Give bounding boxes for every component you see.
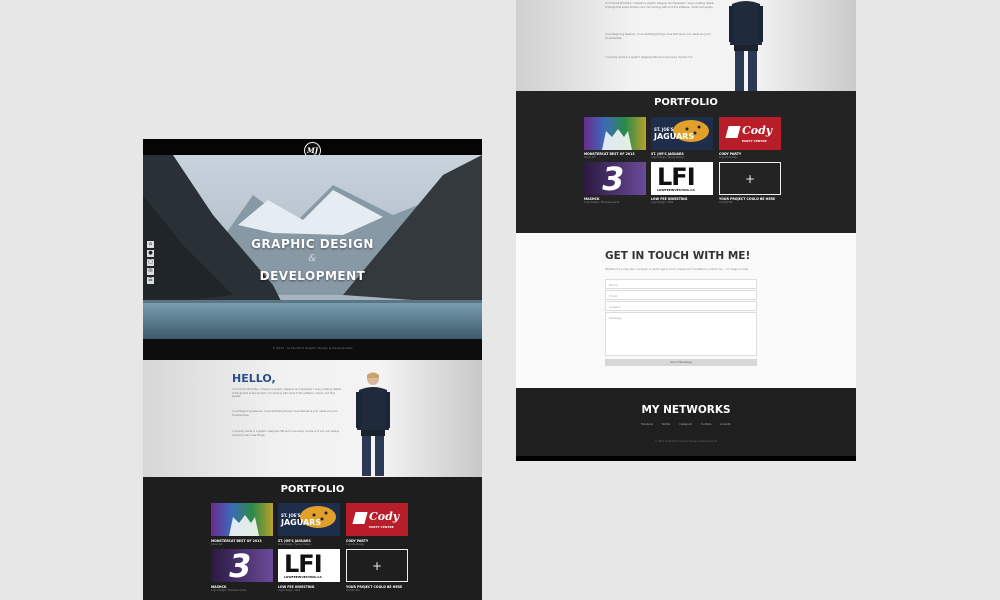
portfolio-item-sub: Logo Re-Design: [719, 156, 738, 159]
cody-logo-sub: PARTY CENTRE: [369, 525, 394, 529]
portfolio-tile-cody[interactable]: Cody PARTY CENTRE: [719, 117, 781, 150]
portfolio-tile-monstercat[interactable]: [584, 117, 646, 150]
home-icon[interactable]: ⌂: [147, 241, 154, 248]
portfolio-item-sub: Logo Design / Business Cards: [211, 589, 247, 592]
add-project-tile[interactable]: +: [719, 162, 781, 195]
jaguars-line2: JAGUARS: [281, 518, 322, 527]
logo-text: MJ: [306, 146, 319, 155]
portfolio-section: PORTFOLIO MONSTERCAT BEST OF 2013 Cover …: [143, 477, 482, 600]
portrait-photo: [356, 372, 390, 476]
contact-icon[interactable]: ✉: [147, 268, 154, 275]
portfolio-item-sub: Logo Design / Business Cards: [584, 201, 620, 204]
cody-logo-text: Cody: [742, 124, 773, 137]
hello-section: I'm Dominik McCarthy, a freelance graphi…: [516, 0, 856, 91]
cody-logo-text: Cody: [369, 510, 400, 523]
networks-section: MY NETWORKS Facebook Twitter Instagram Y…: [516, 388, 856, 461]
mockup-scrolled-page: I'm Dominik McCarthy, a freelance graphi…: [516, 0, 856, 461]
hero-title-line2: DEVELOPMENT: [259, 269, 366, 283]
portfolio-tile-lfi[interactable]: LFI LOWFEEINVESTING.CA: [651, 162, 713, 195]
portfolio-item-sub: Logo Design / Jersey Design: [278, 543, 312, 546]
monstercat-artwork: [229, 515, 259, 536]
cody-logo-mark: [352, 512, 368, 524]
portfolio-item-sub: Cover Art: [584, 156, 596, 159]
bottom-bar: [516, 456, 856, 461]
hello-heading: HELLO,: [232, 372, 276, 385]
portfolio-tile-jaguars[interactable]: ST. JOE'S JAGUARS: [278, 503, 340, 536]
plus-icon: +: [371, 558, 383, 573]
send-message-button[interactable]: Send Message: [605, 359, 757, 366]
plus-icon: +: [744, 171, 756, 186]
contact-heading: GET IN TOUCH WITH ME!: [605, 250, 751, 262]
network-link-facebook[interactable]: Facebook: [641, 423, 653, 426]
portfolio-tile-cody[interactable]: Cody PARTY CENTRE: [346, 503, 408, 536]
hero-footer-bar: © 2013 · La Montfort Graphic Design & De…: [143, 339, 482, 360]
side-nav: ⌂ ● ▢ ✉ ☰: [147, 241, 154, 286]
lfi-logo: LFI: [284, 550, 323, 578]
portfolio-tile-mashck[interactable]: 3: [584, 162, 646, 195]
mashck-logo: 3: [225, 549, 255, 582]
portfolio-item-sub: Logo Design / Web: [278, 589, 301, 592]
network-links: Facebook Twitter Instagram YouTube Linke…: [641, 423, 731, 426]
hello-paragraph: I'm Dominik McCarthy, a freelance graphi…: [605, 2, 714, 9]
hero-ampersand: &: [308, 254, 317, 264]
portfolio-item-sub: Logo Re-Design: [346, 543, 365, 546]
portfolio-tile-lfi[interactable]: LFI LOWFEEINVESTING.CA: [278, 549, 340, 582]
network-icon[interactable]: ☰: [147, 277, 154, 284]
lfi-logo-sub: LOWFEEINVESTING.CA: [657, 188, 695, 192]
portfolio-tile-jaguars[interactable]: ST. JOE'S JAGUARS: [651, 117, 713, 150]
portrait-photo: [729, 1, 763, 91]
email-field[interactable]: Email: [605, 290, 757, 300]
portfolio-item-sub: Logo Design / Web: [651, 201, 674, 204]
contact-paragraph: Whether it's a new idea, a project, or j…: [605, 268, 749, 271]
portfolio-item-sub: Contact Me: [346, 589, 360, 592]
portfolio-item-sub: Cover Art: [211, 543, 223, 546]
subject-field[interactable]: Subject: [605, 301, 757, 311]
network-link-instagram[interactable]: Instagram: [679, 423, 692, 426]
jaguars-line2: JAGUARS: [654, 132, 695, 141]
mashck-logo: 3: [598, 162, 628, 195]
hero-title-line1: GRAPHIC DESIGN: [251, 237, 374, 251]
portfolio-title: PORTFOLIO: [280, 484, 345, 495]
portfolio-item-sub: Logo Design / Jersey Design: [651, 156, 685, 159]
add-project-tile[interactable]: +: [346, 549, 408, 582]
hello-paragraph: I currently reside in a graphic designer…: [232, 430, 340, 437]
network-link-twitter[interactable]: Twitter: [662, 423, 671, 426]
networks-footer-text: © 2013 La Montfort Graphic Design & Deve…: [654, 440, 718, 443]
mockup-home-page: MJ GRAPHIC DESIGN & DEVELOPMENT ⌂ ● ▢ ✉ …: [143, 139, 482, 600]
cody-logo-sub: PARTY CENTRE: [742, 139, 767, 143]
name-field[interactable]: Name: [605, 279, 757, 289]
message-field[interactable]: Message: [605, 312, 757, 356]
hello-paragraph: I currently reside in a graphic designer…: [605, 56, 693, 59]
contact-section: GET IN TOUCH WITH ME! Whether it's a new…: [516, 233, 856, 388]
lfi-logo-sub: LOWFEEINVESTING.CA: [284, 575, 322, 579]
network-link-youtube[interactable]: YouTube: [701, 423, 712, 426]
hello-section: HELLO, I'm Dominik McCarthy, a freelance…: [143, 360, 482, 477]
portfolio-item-sub: Contact Me: [719, 201, 733, 204]
portfolio-tile-mashck[interactable]: 3: [211, 549, 273, 582]
networks-heading: MY NETWORKS: [641, 404, 731, 416]
hero-footer-text: © 2013 · La Montfort Graphic Design & De…: [272, 346, 353, 350]
hello-paragraph: I'm Dominik McCarthy, a freelance graphi…: [232, 388, 341, 399]
cody-logo-mark: [725, 126, 741, 138]
user-icon[interactable]: ●: [147, 250, 154, 257]
network-link-linkedin[interactable]: LinkedIn: [720, 423, 731, 426]
portfolio-section: PORTFOLIO MONSTERCAT BEST OF 2013 Cover …: [516, 91, 856, 233]
hello-paragraph: I love Beginning Sessions, I love identi…: [232, 410, 338, 417]
portfolio-icon[interactable]: ▢: [147, 259, 154, 266]
lfi-logo: LFI: [657, 163, 696, 191]
hero-section: GRAPHIC DESIGN & DEVELOPMENT ⌂ ● ▢ ✉ ☰: [143, 155, 482, 339]
portfolio-tile-monstercat[interactable]: [211, 503, 273, 536]
monstercat-artwork: [602, 129, 632, 150]
portfolio-title: PORTFOLIO: [654, 97, 718, 108]
hello-paragraph: I love Beginning Sessions, I love identi…: [605, 33, 711, 40]
